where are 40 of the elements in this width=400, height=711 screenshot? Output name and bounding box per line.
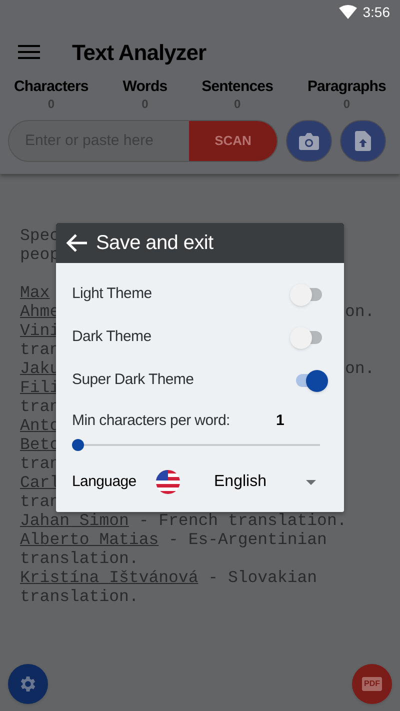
slider-thumb[interactable]	[72, 439, 84, 451]
settings-button[interactable]	[8, 664, 48, 704]
settings-icon	[18, 674, 38, 694]
toggle-label: Light Theme	[72, 284, 152, 304]
credit-link[interactable]: Kristína Ištvánová	[20, 568, 198, 587]
credit-link[interactable]: Jahan Simon	[20, 511, 129, 530]
stat-label: Sentences	[202, 78, 274, 96]
menu-button[interactable]	[18, 45, 40, 59]
credit-text: - French translation.	[138, 511, 347, 530]
credit-text: on.	[345, 302, 375, 321]
min-chars-value: 1	[276, 410, 284, 431]
language-dropdown[interactable]: English	[214, 470, 306, 494]
scan-button[interactable]: SCAN	[189, 121, 277, 161]
credit-text: translation.	[20, 587, 139, 606]
min-chars-slider[interactable]	[72, 438, 320, 452]
pdf-button[interactable]: PDF	[352, 664, 392, 704]
status-time: 3:56	[362, 2, 390, 22]
dialog-title: Save and exit	[96, 231, 214, 256]
upload-button[interactable]	[340, 120, 386, 162]
app-title: Text Analyzer	[72, 38, 206, 67]
toggle-label: Dark Theme	[72, 327, 152, 348]
wifi-icon	[338, 5, 357, 19]
file-upload-icon	[355, 131, 371, 151]
credit-text: - Es-Argentinian	[168, 530, 327, 549]
credit-link[interactable]: Max	[20, 283, 50, 302]
credit-text: - Slovakian	[207, 568, 318, 587]
credit-link[interactable]: Alberto Matias	[20, 530, 159, 549]
toggle-label: Super Dark Theme	[72, 370, 194, 390]
credit-text: translation.	[20, 549, 139, 568]
camera-button[interactable]	[286, 120, 332, 162]
min-chars-label: Min characters per word:	[72, 410, 231, 431]
camera-icon	[299, 132, 319, 150]
stat-label: Characters	[14, 78, 88, 96]
language-label: Language	[72, 472, 138, 492]
flag-icon	[156, 470, 180, 494]
stat-label: Words	[122, 78, 168, 96]
credit-text: on.	[345, 359, 375, 378]
stat-label: Paragraphs	[307, 78, 386, 96]
dropdown-caret-icon[interactable]	[306, 480, 316, 484]
back-arrow-icon[interactable]	[66, 233, 88, 253]
